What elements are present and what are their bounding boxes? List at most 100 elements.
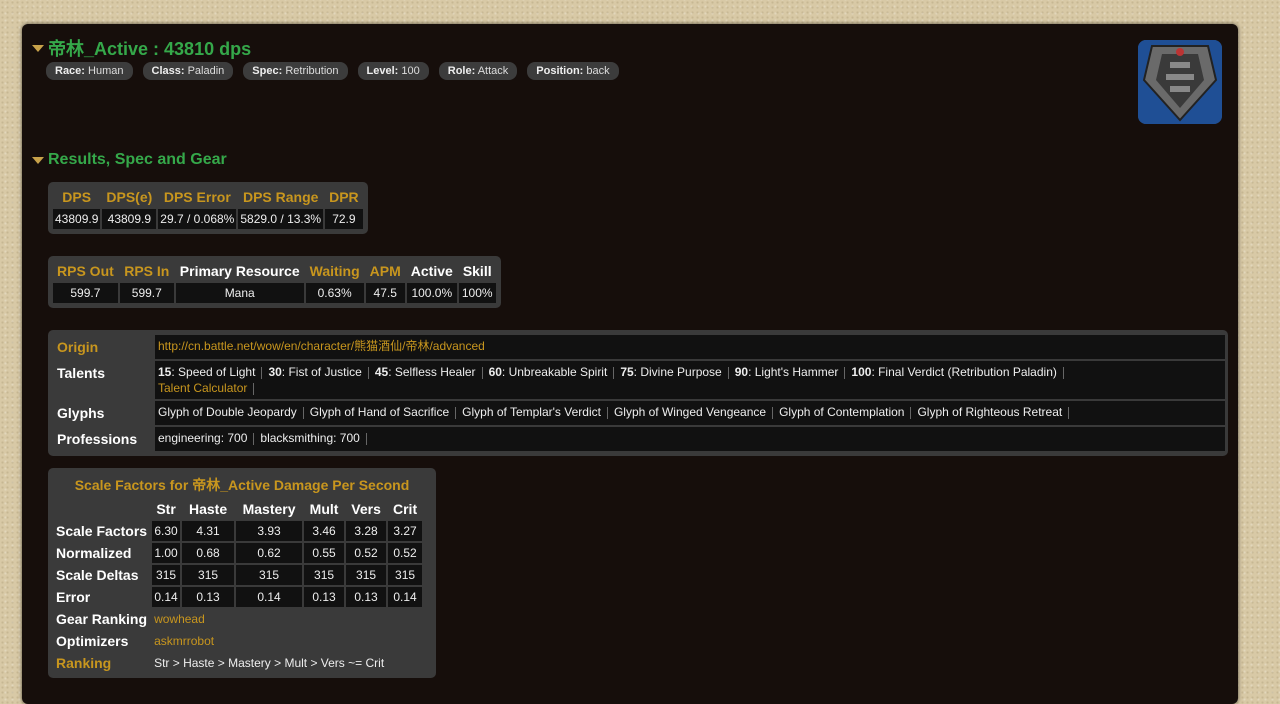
origin-label: Origin (57, 339, 99, 355)
origin-link[interactable]: http://cn.battle.net/wow/en/character/熊猫… (158, 339, 485, 353)
cell-value: 315 (152, 565, 181, 585)
header-dps: DPS (62, 189, 92, 205)
header-primary-resource: Primary Resource (179, 263, 300, 279)
separator (613, 366, 615, 379)
header-vers: Vers (351, 501, 381, 517)
cell-value: 315 (388, 565, 423, 585)
table-row: Scale Factors 6.30 4.31 3.93 3.46 3.28 3… (53, 521, 423, 541)
talent-name: : Light's Hammer (748, 365, 839, 379)
separator (1062, 366, 1064, 379)
tag-role: Role: Attack (438, 62, 518, 80)
askmrrobot-link[interactable]: askmrrobot (152, 631, 422, 651)
tag-class: Class: Paladin (142, 62, 234, 80)
section-title: Results, Spec and Gear (48, 151, 227, 168)
gear-ranking-row: Gear Ranking wowhead (53, 609, 422, 629)
talent-level: 45 (374, 365, 389, 379)
cell-value: 315 (304, 565, 345, 585)
row-label: Scale Deltas (56, 567, 139, 583)
paladin-crest-icon (1138, 40, 1222, 124)
optimizers-label: Optimizers (56, 633, 129, 649)
rps-table: RPS Out RPS In Primary Resource Waiting … (51, 259, 498, 305)
glyph-item: Glyph of Templar's Verdict (462, 405, 601, 419)
info-row-professions: Professions engineering: 700 blacksmithin… (51, 427, 1225, 451)
header-active: Active (410, 263, 453, 279)
rps-table-box: RPS Out RPS In Primary Resource Waiting … (48, 256, 501, 308)
table-row: Normalized 1.00 0.68 0.62 0.55 0.52 0.52 (53, 543, 423, 563)
glyph-item: Glyph of Double Jeopardy (158, 405, 297, 419)
scale-factors-box: Scale Factors for 帝林_Active Damage Per S… (48, 468, 436, 678)
tag-value: Retribution (285, 65, 339, 77)
header-mastery: Mastery (242, 501, 296, 517)
header-crit: Crit (393, 501, 418, 517)
profession-item: engineering: 700 (158, 431, 248, 445)
row-label: Error (56, 589, 91, 605)
gear-ranking-label: Gear Ranking (56, 611, 148, 627)
header-dps-e: DPS(e) (106, 189, 153, 205)
cell-value: 0.52 (346, 543, 387, 563)
cell-value: 315 (182, 565, 235, 585)
info-row-talents: Talents 15: Speed of Light 30: Fist of Ju… (51, 361, 1225, 399)
header-str: Str (156, 501, 176, 517)
character-avatar (1138, 40, 1222, 124)
talent-item: 60: Unbreakable Spirit (489, 365, 608, 379)
section-header-results[interactable]: Results, Spec and Gear (32, 151, 227, 169)
separator (455, 406, 457, 419)
glyphs-value: Glyph of Double Jeopardy Glyph of Hand of… (155, 401, 1225, 425)
tag-value: Paladin (187, 65, 225, 77)
cell-active: 100.0% (406, 283, 457, 303)
cell-value: 6.30 (152, 521, 181, 541)
separator (1068, 406, 1070, 419)
talents-label: Talents (57, 365, 105, 381)
info-row-origin: Origin http://cn.battle.net/wow/en/chara… (51, 335, 1225, 359)
cell-value: 0.13 (182, 587, 235, 607)
scale-factors-title: Scale Factors for 帝林_Active Damage Per S… (74, 477, 410, 493)
header-dps-error: DPS Error (163, 189, 231, 205)
cell-value: 0.14 (236, 587, 303, 607)
tag-key: Class: (151, 65, 185, 77)
separator (365, 432, 367, 445)
table-row: Scale Deltas 315 315 315 315 315 315 (53, 565, 423, 585)
cell-value: 0.13 (304, 587, 345, 607)
separator (910, 406, 912, 419)
cell-value: 0.55 (304, 543, 345, 563)
header-skill: Skill (462, 263, 492, 279)
professions-value: engineering: 700 blacksmithing: 700 (155, 427, 1225, 451)
tag-key: Role: (447, 65, 476, 77)
cell-dps: 43809.9 (53, 209, 101, 229)
tag-key: Level: (366, 65, 399, 77)
talent-calculator-link[interactable]: Talent Calculator (158, 381, 247, 395)
row-label: Normalized (56, 545, 132, 561)
cell-value: 3.28 (346, 521, 387, 541)
player-header[interactable]: 帝林_Active : 43810 dps (32, 35, 251, 61)
cell-value: 315 (346, 565, 387, 585)
separator (367, 366, 369, 379)
cell-primary-resource: Mana (175, 283, 304, 303)
talent-item: 30: Fist of Justice (268, 365, 361, 379)
tag-value: 100 (401, 65, 420, 77)
separator (727, 366, 729, 379)
talent-item: 15: Speed of Light (158, 365, 255, 379)
cell-apm: 47.5 (365, 283, 405, 303)
separator (261, 366, 263, 379)
talent-item: 45: Selfless Healer (375, 365, 476, 379)
dps-table-box: DPS DPS(e) DPS Error DPS Range DPR 43809… (48, 182, 368, 234)
table-row: Error 0.14 0.13 0.14 0.13 0.13 0.14 (53, 587, 423, 607)
collapse-triangle-icon[interactable] (32, 156, 44, 164)
header-apm: APM (369, 263, 401, 279)
talent-level: 90 (734, 365, 749, 379)
cell-dps-range: 5829.0 / 13.3% (238, 209, 324, 229)
glyphs-label: Glyphs (57, 405, 105, 421)
collapse-triangle-icon[interactable] (32, 44, 44, 52)
talent-level: 100 (851, 365, 872, 379)
cell-value: 3.27 (388, 521, 423, 541)
cell-value: 0.14 (388, 587, 423, 607)
wowhead-link[interactable]: wowhead (152, 609, 422, 629)
optimizers-row: Optimizers askmrrobot (53, 631, 422, 651)
professions-label: Professions (57, 431, 138, 447)
player-tags: Race: Human Class: Paladin Spec: Retribu… (46, 62, 619, 80)
talent-item: 100: Final Verdict (Retribution Paladin) (851, 365, 1056, 379)
cell-value: 0.68 (182, 543, 235, 563)
talent-name: : Unbreakable Spirit (501, 365, 608, 379)
ranking-row: Ranking Str > Haste > Mastery > Mult > V… (53, 653, 422, 673)
separator (253, 432, 255, 445)
